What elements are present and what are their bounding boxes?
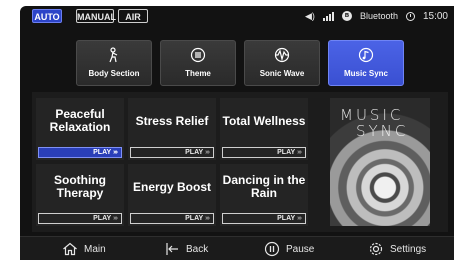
bluetooth-label: Bluetooth [359, 11, 398, 21]
theme-icon [161, 47, 235, 63]
play-button[interactable]: PLAY ››› [222, 147, 306, 158]
program-tile-total-wellness[interactable]: Total Wellness PLAY ››› [220, 98, 308, 160]
tab-sonic-wave[interactable]: Sonic Wave [244, 40, 320, 86]
play-label: PLAY [93, 215, 112, 222]
program-tile-stress-relief[interactable]: Stress Relief PLAY ››› [128, 98, 216, 160]
mode-manual-button[interactable]: MANUAL [76, 9, 116, 23]
play-button[interactable]: PLAY ››› [38, 213, 122, 224]
play-button[interactable]: PLAY ››› [222, 213, 306, 224]
chevrons-icon: ››› [205, 215, 210, 222]
volume-icon: ◀) [305, 10, 315, 21]
music-sync-artwork: MUSIC SYNC [330, 98, 430, 226]
play-label: PLAY [185, 215, 204, 222]
play-label: PLAY [277, 149, 296, 156]
massage-chair-screen: AUTO MANUAL AIR ◀) ʙ Bluetooth 15:00 Bod… [20, 6, 454, 260]
program-tile-peaceful-relaxation[interactable]: Peaceful Relaxation PLAY ››› [36, 98, 124, 160]
nav-pause-button[interactable]: Pause [264, 237, 314, 261]
home-icon [63, 242, 77, 256]
play-button[interactable]: PLAY ››› [130, 213, 214, 224]
nav-label: Main [84, 243, 106, 255]
chevrons-icon: ››› [113, 215, 118, 222]
chevrons-icon: ››› [297, 149, 302, 156]
clock-icon [405, 11, 415, 21]
music-icon [329, 47, 403, 63]
nav-label: Back [186, 243, 209, 255]
gear-icon [369, 242, 383, 256]
status-bar: AUTO MANUAL AIR ◀) ʙ Bluetooth 15:00 [20, 6, 454, 28]
nav-main-button[interactable]: Main [62, 237, 106, 261]
nav-back-button[interactable]: Back [164, 237, 208, 261]
bluetooth-icon: ʙ [341, 11, 352, 21]
tab-label: Sonic Wave [259, 69, 305, 78]
program-title: Peaceful Relaxation [49, 107, 111, 134]
program-tile-energy-boost[interactable]: Energy Boost PLAY ››› [128, 164, 216, 226]
chevrons-icon: ››› [113, 149, 118, 156]
tab-label: Music Sync [343, 69, 388, 78]
chevrons-icon: ››› [205, 149, 210, 156]
pause-icon [264, 241, 280, 257]
chevrons-icon: ››› [297, 215, 302, 222]
play-label: PLAY [277, 215, 296, 222]
sonic-wave-icon [245, 47, 319, 63]
mode-air-button[interactable]: AIR [118, 9, 148, 23]
program-tile-dancing-in-the-rain[interactable]: Dancing in the Rain PLAY ››› [220, 164, 308, 226]
clock-time: 15:00 [422, 10, 448, 22]
program-title: Soothing Therapy [54, 173, 106, 200]
tab-label: Theme [185, 69, 211, 78]
nav-label: Settings [390, 243, 427, 255]
nav-label: Pause [286, 243, 315, 255]
program-title: Energy Boost [132, 179, 211, 194]
program-title: Total Wellness [222, 113, 306, 128]
tab-music-sync[interactable]: Music Sync [328, 40, 404, 86]
program-title: Dancing in the Rain [222, 173, 306, 200]
play-label: PLAY [93, 149, 112, 156]
tab-body-section[interactable]: Body Section [76, 40, 152, 86]
nav-settings-button[interactable]: Settings [368, 237, 426, 261]
play-button[interactable]: PLAY ››› [130, 147, 214, 158]
play-label: PLAY [185, 149, 204, 156]
program-panel: Peaceful Relaxation PLAY ››› Stress Reli… [32, 92, 448, 232]
program-title: Stress Relief [135, 113, 209, 128]
back-icon [166, 243, 178, 255]
mode-auto-button[interactable]: AUTO [32, 9, 62, 23]
status-indicators: ◀) ʙ Bluetooth 15:00 [305, 9, 448, 23]
program-tile-soothing-therapy[interactable]: Soothing Therapy PLAY ››› [36, 164, 124, 226]
body-icon [77, 47, 151, 63]
bottom-nav-bar: Main Back Pause Settings [20, 236, 454, 260]
tab-theme[interactable]: Theme [160, 40, 236, 86]
tab-label: Body Section [88, 69, 140, 78]
signal-icon [322, 11, 334, 21]
artwork-title-line2: SYNC [356, 122, 409, 140]
play-button[interactable]: PLAY ››› [38, 147, 122, 158]
